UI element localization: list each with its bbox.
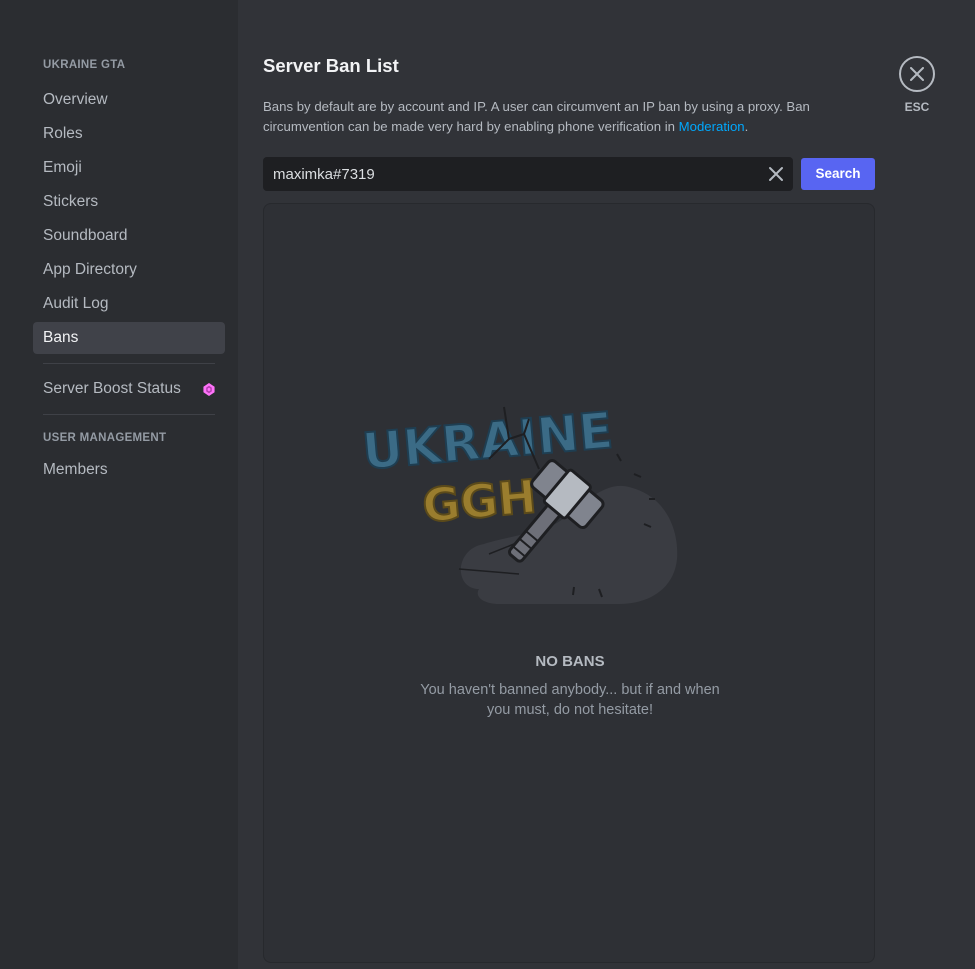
logo-text-bottom: GGH	[420, 469, 538, 533]
empty-state-title: NO BANS	[535, 653, 605, 670]
sidebar-divider	[43, 363, 215, 364]
close-settings: ESC	[898, 56, 936, 114]
logo-text-top: UKRAINE	[360, 401, 615, 481]
clear-search-icon[interactable]	[767, 165, 785, 183]
esc-label: ESC	[904, 100, 930, 114]
sidebar-header-server: UKRAINE GTA	[43, 59, 126, 71]
close-button[interactable]	[899, 56, 935, 92]
page-title: Server Ban List	[263, 55, 399, 76]
sidebar-divider	[43, 414, 215, 415]
moderation-link[interactable]: Moderation	[679, 119, 745, 134]
sidebar-item-server-boost-status[interactable]: Server Boost Status	[33, 373, 225, 405]
sidebar-item-app-directory[interactable]: App Directory	[33, 254, 225, 286]
sidebar-header-user-management: USER MANAGEMENT	[43, 432, 167, 444]
sidebar-item-roles[interactable]: Roles	[33, 118, 225, 150]
sidebar-item-label: Server Boost Status	[43, 380, 181, 397]
sidebar-item-soundboard[interactable]: Soundboard	[33, 220, 225, 252]
sidebar-item-stickers[interactable]: Stickers	[33, 186, 225, 218]
boost-gem-icon	[203, 383, 215, 396]
sidebar-item-emoji[interactable]: Emoji	[33, 152, 225, 184]
description-suffix: .	[744, 119, 749, 134]
close-icon	[910, 67, 924, 81]
ban-search-box	[263, 157, 793, 191]
ban-list-panel: UKRAINE GGH NO BANS You haven't banned a…	[263, 203, 875, 963]
ban-description: Bans by default are by account and IP. A…	[263, 97, 833, 137]
sidebar-item-bans[interactable]: Bans	[33, 322, 225, 354]
no-bans-illustration: UKRAINE GGH	[359, 400, 678, 604]
ban-search-input[interactable]	[273, 157, 753, 191]
sidebar-item-overview[interactable]: Overview	[33, 84, 225, 116]
sidebar-item-audit-log[interactable]: Audit Log	[33, 288, 225, 320]
sidebar-nav: UKRAINE GTA Overview Roles Emoji Sticker…	[33, 57, 225, 486]
settings-sidebar: UKRAINE GTA Overview Roles Emoji Sticker…	[0, 0, 238, 969]
search-button[interactable]: Search	[801, 158, 875, 190]
sidebar-item-members[interactable]: Members	[33, 454, 225, 486]
empty-state-body: You haven't banned anybody... but if and…	[420, 682, 720, 718]
